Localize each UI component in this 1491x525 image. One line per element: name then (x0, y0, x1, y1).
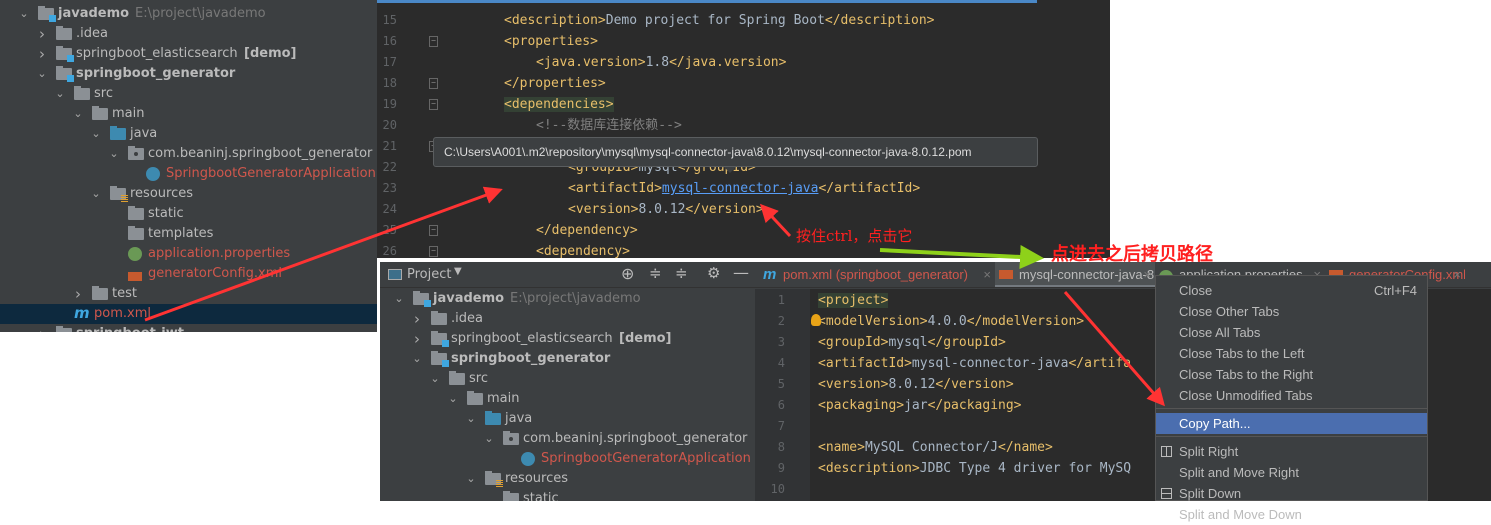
menu-item-label: Split and Move Down (1179, 507, 1302, 522)
annotation-ctrl-click: 按住ctrl，点击它 (796, 227, 913, 245)
annotation-copy-path: 点进去之后拷贝路径 (1051, 244, 1213, 265)
arrow-pom-to-dependency (144, 186, 503, 322)
arrow-ctrl-click (759, 203, 792, 238)
annotation-arrows (144, 186, 1165, 407)
arrow-to-copy-path (1063, 291, 1165, 407)
arrow-green (879, 245, 1044, 269)
menu-item-split-and-move-down[interactable]: Split and Move Down (1156, 504, 1427, 525)
